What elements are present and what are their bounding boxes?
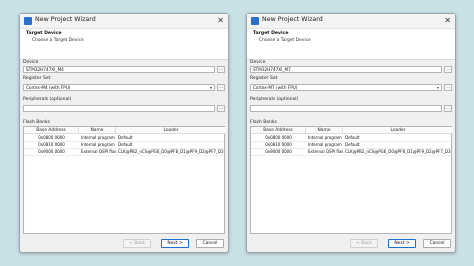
table-row[interactable]: 0x9000 0000 External QSPI flash CLK@PB2_… xyxy=(24,148,224,156)
flash-banks-label: Flash Banks xyxy=(250,120,277,125)
device-label: Device xyxy=(250,60,266,65)
cell-base-address: 0x9000 0000 xyxy=(38,149,65,154)
app-icon xyxy=(24,17,32,25)
cell-base-address: 0x0800 0000 xyxy=(38,135,65,140)
register-set-value: Cortex-M7 (with FPU) xyxy=(253,85,298,90)
next-button[interactable]: Next > xyxy=(161,239,189,248)
cell-name: Internal program flash xyxy=(81,142,116,147)
cell-loader: Default xyxy=(345,135,360,140)
wizard-header: Target Device Choose a Target Device xyxy=(247,29,455,60)
title-bar: New Project Wizard ✕ xyxy=(247,14,455,29)
peripherals-label: Peripherals (optional) xyxy=(250,97,299,102)
column-header-base-address[interactable]: Base Address xyxy=(251,127,306,134)
column-header-loader[interactable]: Loader xyxy=(343,127,453,134)
device-browse-button[interactable]: ... xyxy=(217,66,225,73)
header-title: Target Device xyxy=(26,31,62,36)
column-header-loader[interactable]: Loader xyxy=(116,127,226,134)
peripherals-field[interactable] xyxy=(250,105,442,112)
flash-banks-table[interactable]: Base Address Name Loader 0x0800 0000 Int… xyxy=(250,126,453,234)
register-set-browse-button[interactable]: ... xyxy=(217,84,225,91)
cell-name: External QSPI flash xyxy=(81,149,116,154)
wizard-window-m7: New Project Wizard ✕ Target Device Choos… xyxy=(246,13,456,253)
register-set-select[interactable]: Cortex-M4 (with FPU) ▾ xyxy=(23,84,215,91)
register-set-browse-button[interactable]: ... xyxy=(444,84,452,91)
wizard-header: Target Device Choose a Target Device xyxy=(20,29,228,60)
cell-name: External QSPI flash xyxy=(308,149,343,154)
app-icon xyxy=(251,17,259,25)
register-set-select[interactable]: Cortex-M7 (with FPU) ▾ xyxy=(250,84,442,91)
table-row[interactable]: 0x9000 0000 External QSPI flash CLK@PB2_… xyxy=(251,148,451,156)
cell-loader: Default xyxy=(345,142,360,147)
back-button[interactable]: < Back xyxy=(123,239,151,248)
header-subtitle: Choose a Target Device xyxy=(259,38,311,43)
device-browse-button[interactable]: ... xyxy=(444,66,452,73)
chevron-down-icon: ▾ xyxy=(209,85,212,90)
column-header-name[interactable]: Name xyxy=(79,127,116,134)
next-button[interactable]: Next > xyxy=(388,239,416,248)
window-title: New Project Wizard xyxy=(35,16,96,23)
wizard-window-m4: New Project Wizard ✕ Target Device Choos… xyxy=(19,13,229,253)
window-title: New Project Wizard xyxy=(262,16,323,23)
cell-base-address: 0x0810 0000 xyxy=(38,142,65,147)
close-button[interactable]: ✕ xyxy=(217,15,224,27)
cell-loader: CLK@PB2_nCS@PG6_D0@PF8_D1@PF9_D2@PF7_D3 xyxy=(118,149,224,154)
cell-name: Internal program flash xyxy=(308,135,343,140)
cell-base-address: 0x0810 0000 xyxy=(265,142,292,147)
close-button[interactable]: ✕ xyxy=(444,15,451,27)
cell-loader: Default xyxy=(118,135,133,140)
register-set-label: Register Set xyxy=(250,76,278,81)
peripherals-browse-button[interactable]: ... xyxy=(217,105,225,112)
cell-name: Internal program flash xyxy=(308,142,343,147)
peripherals-field[interactable] xyxy=(23,105,215,112)
cell-loader: CLK@PB2_nCS@PG6_D0@PF8_D1@PF9_D2@PF7_D3 xyxy=(345,149,451,154)
peripherals-browse-button[interactable]: ... xyxy=(444,105,452,112)
peripherals-label: Peripherals (optional) xyxy=(23,97,72,102)
cell-base-address: 0x9000 0000 xyxy=(265,149,292,154)
back-button[interactable]: < Back xyxy=(350,239,378,248)
register-set-label: Register Set xyxy=(23,76,51,81)
cancel-button[interactable]: Cancel xyxy=(423,239,451,248)
device-value: STM32H747XI_M7 xyxy=(253,67,291,72)
column-header-name[interactable]: Name xyxy=(306,127,343,134)
device-label: Device xyxy=(23,60,39,65)
title-bar: New Project Wizard ✕ xyxy=(20,14,228,29)
cell-name: Internal program flash xyxy=(81,135,116,140)
flash-banks-table[interactable]: Base Address Name Loader 0x0800 0000 Int… xyxy=(23,126,226,234)
device-field[interactable]: STM32H747XI_M7 xyxy=(250,66,442,73)
device-value: STM32H747XI_M4 xyxy=(26,67,64,72)
cancel-button[interactable]: Cancel xyxy=(196,239,224,248)
chevron-down-icon: ▾ xyxy=(436,85,439,90)
device-field[interactable]: STM32H747XI_M4 xyxy=(23,66,215,73)
header-title: Target Device xyxy=(253,31,289,36)
column-header-base-address[interactable]: Base Address xyxy=(24,127,79,134)
register-set-value: Cortex-M4 (with FPU) xyxy=(26,85,71,90)
cell-loader: Default xyxy=(118,142,133,147)
flash-banks-label: Flash Banks xyxy=(23,120,50,125)
header-subtitle: Choose a Target Device xyxy=(32,38,84,43)
cell-base-address: 0x0800 0000 xyxy=(265,135,292,140)
